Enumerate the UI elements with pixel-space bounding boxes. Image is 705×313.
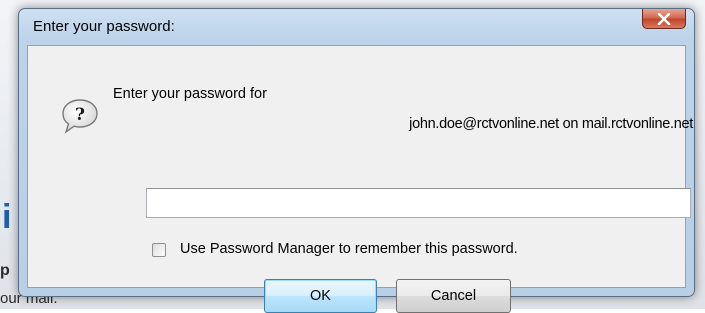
question-icon: ? [62, 99, 98, 134]
dialog-title: Enter your password: [33, 18, 175, 35]
close-button[interactable] [642, 9, 686, 29]
background-text-fragment: p [0, 262, 10, 279]
dialog-titlebar[interactable]: Enter your password: [19, 9, 694, 45]
password-input[interactable] [146, 188, 691, 218]
close-icon [657, 12, 671, 25]
remember-password-checkbox[interactable] [152, 243, 166, 257]
remember-password-label[interactable]: Use Password Manager to remember this pa… [180, 241, 518, 257]
ok-button[interactable]: OK [264, 279, 377, 313]
dialog-content: ? Enter your password for john.doe@rctvo… [27, 45, 693, 313]
background-heading-fragment: i [2, 198, 12, 236]
prompt-account-text: john.doe@rctvonline.net on mail.rctvonli… [409, 116, 693, 132]
prompt-text: Enter your password for [113, 86, 267, 102]
password-dialog: Enter your password: ? Enter your passwo… [18, 8, 695, 313]
cancel-button[interactable]: Cancel [396, 279, 511, 313]
svg-text:?: ? [75, 105, 85, 125]
